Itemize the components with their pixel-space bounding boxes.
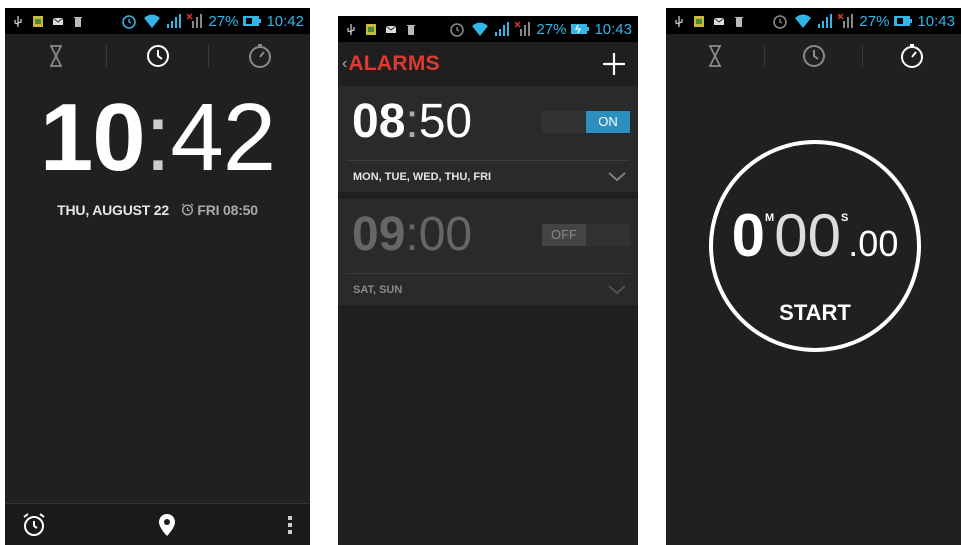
alarm-status-icon <box>773 15 788 29</box>
seconds-unit: S <box>840 212 849 224</box>
stopwatch-minutes: 0 <box>731 202 766 269</box>
stopwatch-icon <box>901 44 924 68</box>
status-bar: 27% 10:43 <box>666 8 961 34</box>
alarm-minute: 50 <box>418 95 473 148</box>
wifi-icon <box>472 22 489 36</box>
tab-bar <box>5 34 310 78</box>
status-bar: 27% 10:43 <box>338 16 638 42</box>
digital-clock: 10:42 <box>5 88 310 188</box>
bottom-action-bar <box>5 503 310 545</box>
mail-icon <box>714 17 724 25</box>
battery-icon <box>571 24 590 34</box>
stopwatch-icon <box>248 44 271 68</box>
alarm-time[interactable]: 08:50 <box>352 96 472 148</box>
alarm-repeat-row[interactable]: SAT, SUN <box>338 274 638 305</box>
alarm-toggle[interactable]: ON <box>542 111 630 133</box>
alarm-time[interactable]: 09:00 <box>352 209 472 261</box>
alarm-minute: 00 <box>418 208 473 261</box>
add-alarm-icon[interactable] <box>602 52 626 76</box>
trash-icon <box>74 16 82 27</box>
page-title: ALARMS <box>348 52 440 75</box>
signal-icon <box>495 22 510 36</box>
battery-icon <box>243 16 262 26</box>
battery-percent: 27% <box>208 12 239 30</box>
tab-stopwatch[interactable] <box>209 34 310 78</box>
battery-percent: 27% <box>859 12 890 30</box>
mail-icon <box>53 17 63 25</box>
alarm-hour: 08 <box>352 95 406 148</box>
current-date: THU, AUGUST 22 <box>57 202 169 218</box>
alarm-hour: 09 <box>352 208 406 261</box>
stopwatch-display: 0M00S.00 <box>709 204 921 268</box>
alarm-repeat-row[interactable]: MON, TUE, WED, THU, FRI <box>338 161 638 192</box>
alarm-clock-small-icon <box>181 203 194 216</box>
minutes-unit: M <box>765 212 775 224</box>
mail-icon <box>386 25 396 33</box>
alarm-status-icon <box>450 23 465 37</box>
alarm-colon: : <box>405 95 419 148</box>
app-notification-icon <box>33 15 43 27</box>
tab-clock[interactable] <box>765 34 863 78</box>
trash-icon <box>407 24 415 35</box>
action-bar: ‹ ALARMS <box>338 42 638 86</box>
clock-icon <box>146 45 169 67</box>
tab-timer[interactable] <box>666 34 764 78</box>
usb-icon <box>675 15 683 27</box>
alarms-back-button[interactable]: ‹ ALARMS <box>342 52 440 76</box>
clock-icon <box>802 45 825 67</box>
alarm-item[interactable]: 09:00 OFF SAT, SUN <box>338 199 638 305</box>
battery-icon <box>894 16 913 26</box>
clock-screen: 27% 10:42 10:42 THU, AUGUST 22 FRI 08:50 <box>5 8 310 545</box>
overflow-menu-icon[interactable] <box>286 514 294 536</box>
signal-icon <box>818 14 833 28</box>
app-notification-icon <box>694 15 704 27</box>
signal-icon <box>167 14 182 28</box>
tab-bar <box>666 34 961 78</box>
status-time: 10:42 <box>266 12 304 30</box>
stopwatch-seconds: 00 <box>774 202 841 269</box>
signal-no-sim-icon <box>187 13 203 28</box>
back-chevron-icon: ‹ <box>342 55 348 72</box>
alarms-screen: 27% 10:43 ‹ ALARMS 08:50 ON MON, TUE, WE… <box>338 16 638 545</box>
tab-stopwatch[interactable] <box>863 34 961 78</box>
next-alarm-label: FRI 08:50 <box>197 202 258 218</box>
app-notification-icon <box>366 23 376 35</box>
trash-icon <box>735 16 743 27</box>
signal-no-sim-icon <box>515 21 531 36</box>
chevron-down-icon[interactable] <box>608 284 626 295</box>
wifi-icon <box>144 14 161 28</box>
alarm-item[interactable]: 08:50 ON MON, TUE, WED, THU, FRI <box>338 86 638 192</box>
status-bar: 27% 10:42 <box>5 8 310 34</box>
alarm-colon: : <box>405 208 419 261</box>
hourglass-icon <box>708 45 721 67</box>
stopwatch-screen: 27% 10:43 0M00S.00 START <box>666 8 961 545</box>
status-time: 10:43 <box>917 12 955 30</box>
alarm-toggle-label: ON <box>586 111 630 133</box>
alarm-days: MON, TUE, WED, THU, FRI <box>353 170 492 183</box>
alarm-status-icon <box>122 15 137 29</box>
usb-icon <box>347 23 355 35</box>
battery-percent: 27% <box>536 20 567 38</box>
clock-hour: 10 <box>39 84 146 191</box>
next-alarm[interactable]: FRI 08:50 <box>181 202 258 218</box>
alarm-days: SAT, SUN <box>353 283 403 296</box>
wifi-icon <box>795 14 812 28</box>
tab-timer[interactable] <box>5 34 106 78</box>
location-pin-icon[interactable] <box>158 513 176 537</box>
usb-icon <box>14 15 22 27</box>
alarm-icon[interactable] <box>21 512 47 538</box>
clock-minute: 42 <box>170 84 276 191</box>
alarm-toggle[interactable]: OFF <box>542 224 630 246</box>
tab-clock[interactable] <box>107 34 208 78</box>
stopwatch-hundredths: .00 <box>848 223 899 264</box>
start-button[interactable]: START <box>709 300 921 326</box>
status-time: 10:43 <box>594 20 632 38</box>
chevron-down-icon[interactable] <box>608 171 626 182</box>
clock-colon: : <box>144 84 172 191</box>
date-line: THU, AUGUST 22 FRI 08:50 <box>5 202 310 218</box>
signal-no-sim-icon <box>838 13 854 28</box>
hourglass-icon <box>49 45 62 67</box>
alarm-toggle-label: OFF <box>542 224 586 246</box>
